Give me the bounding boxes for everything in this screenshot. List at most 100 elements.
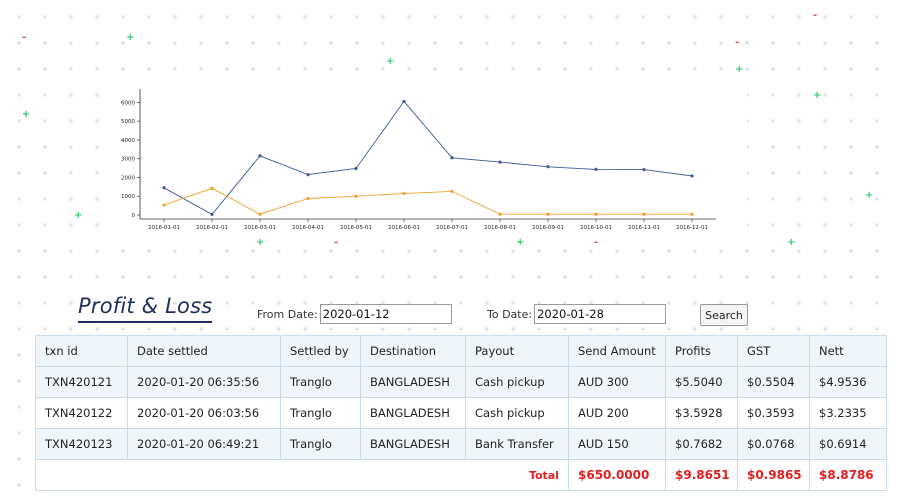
series-2-point [402, 191, 406, 196]
column-header-txn-id[interactable]: txn id [35, 335, 128, 367]
sparkle-decoration: + [386, 56, 395, 67]
x-tick-label: 2016-08-01 [484, 225, 516, 231]
sparkle-decoration: + [516, 237, 525, 248]
sparkle-decoration: + [74, 210, 83, 221]
cell-destination: BANGLADESH [360, 366, 466, 398]
from-date-input[interactable] [319, 304, 452, 324]
x-tick-label: 2016-09-01 [532, 225, 564, 231]
to-date-label: To Date: [487, 307, 533, 321]
table-row[interactable]: TXN420122 2020-01-20 06:03:56 Tranglo BA… [35, 397, 887, 429]
y-tick-label: 5000 [121, 119, 135, 125]
total-row: Total $650.0000 $9.8651 $0.9865 $8.8786 [35, 459, 887, 491]
cell-gst: $0.0768 [737, 428, 810, 460]
cell-send-amount: AUD 300 [568, 366, 666, 398]
sparkle-decoration: - [22, 32, 27, 43]
y-tick-label: 1000 [121, 194, 135, 200]
table-header-row: txn id Date settled Settled by Destinati… [35, 335, 887, 367]
series-2-point [450, 189, 454, 193]
column-header-send-amount[interactable]: Send Amount [568, 335, 666, 367]
cell-txn-id: TXN420122 [35, 397, 128, 429]
cell-payout: Cash pickup [465, 366, 569, 398]
series-1-point [690, 174, 694, 178]
sparkle-decoration: - [594, 237, 599, 248]
x-tick-label: 2016-07-01 [436, 225, 468, 231]
y-tick-label: 2000 [121, 175, 135, 181]
series-2-point [210, 186, 214, 190]
page-title: Profit & Loss [78, 294, 213, 323]
x-tick-label: 2016-02-01 [196, 225, 228, 231]
column-header-payout[interactable]: Payout [465, 335, 569, 367]
cell-date-settled: 2020-01-20 06:35:56 [127, 366, 281, 398]
series-1-point [498, 160, 502, 164]
y-tick-label: 3000 [121, 157, 135, 163]
series-2-point [354, 194, 358, 198]
x-tick-label: 2016-05-01 [340, 225, 372, 231]
column-header-date-settled[interactable]: Date settled [127, 335, 281, 367]
cell-date-settled: 2020-01-20 06:03:56 [127, 397, 281, 429]
search-button[interactable]: Search [700, 304, 748, 326]
series-1-point [642, 167, 646, 172]
column-header-settled-by[interactable]: Settled by [280, 335, 361, 367]
series-1-point [402, 99, 406, 104]
x-tick-label: 2016-06-01 [388, 225, 420, 231]
total-send-amount: $650.0000 [568, 459, 666, 491]
cell-txn-id: TXN420123 [35, 428, 128, 460]
series-2-point [594, 212, 598, 216]
series-2-point [642, 212, 646, 216]
chart-panel: 0 1000 2000 3000 4000 5000 6000 2016-01-01 2016-… [105, 72, 747, 234]
series-1-point [546, 165, 550, 169]
sparkle-decoration: - [813, 10, 818, 21]
series-2-point [546, 212, 550, 216]
y-tick-label: 4000 [121, 138, 135, 144]
column-header-destination[interactable]: Destination [360, 335, 466, 367]
column-header-profits[interactable]: Profits [665, 335, 738, 367]
cell-send-amount: AUD 200 [568, 397, 666, 429]
series-1-point [354, 166, 358, 171]
y-tick-label: 6000 [121, 100, 135, 106]
cell-gst: $0.5504 [737, 366, 810, 398]
cell-payout: Bank Transfer [465, 428, 569, 460]
cell-settled-by: Tranglo [280, 428, 361, 460]
x-tick-label: 2016-11-01 [628, 225, 660, 231]
series-line-2 [163, 187, 692, 215]
total-nett: $8.8786 [809, 459, 887, 491]
table-row[interactable]: TXN420121 2020-01-20 06:35:56 Tranglo BA… [35, 366, 887, 398]
line-chart: 0 1000 2000 3000 4000 5000 6000 2016-01-01 2016-… [121, 89, 716, 231]
sparkle-decoration: + [813, 90, 822, 101]
cell-txn-id: TXN420121 [35, 366, 128, 398]
series-1-point [594, 167, 598, 171]
series-2-point [690, 212, 694, 216]
total-profits: $9.8651 [665, 459, 738, 491]
cell-destination: BANGLADESH [360, 428, 466, 460]
x-tick-label: 2016-01-01 [148, 225, 180, 231]
x-tick-label: 2016-12-01 [676, 225, 708, 231]
cell-destination: BANGLADESH [360, 397, 466, 429]
to-date-group: To Date: [487, 304, 667, 324]
cell-settled-by: Tranglo [280, 366, 361, 398]
sparkle-decoration: - [735, 37, 740, 48]
cell-profits: $0.7682 [665, 428, 738, 460]
series-1-point [210, 212, 214, 217]
from-date-label: From Date: [257, 307, 318, 321]
total-label: Total [35, 459, 569, 491]
cell-gst: $0.3593 [737, 397, 810, 429]
cell-date-settled: 2020-01-20 06:49:21 [127, 428, 281, 460]
sparkle-decoration: + [126, 32, 135, 43]
column-header-gst[interactable]: GST [737, 335, 810, 367]
series-2-point [162, 203, 166, 207]
series-1-point [162, 186, 166, 190]
cell-nett: $4.9536 [809, 366, 887, 398]
cell-profits: $5.5040 [665, 366, 738, 398]
table-row[interactable]: TXN420123 2020-01-20 06:49:21 Tranglo BA… [35, 428, 887, 460]
column-header-nett[interactable]: Nett [809, 335, 887, 367]
total-gst: $0.9865 [737, 459, 810, 491]
filter-bar: Profit & Loss From Date: To Date: Search [0, 290, 900, 330]
x-tick-label: 2016-10-01 [580, 225, 612, 231]
cell-nett: $0.6914 [809, 428, 887, 460]
x-tick-label: 2016-03-01 [244, 225, 276, 231]
sparkle-decoration: + [865, 190, 874, 201]
transactions-table: txn id Date settled Settled by Destinati… [35, 335, 887, 491]
series-1-point [450, 156, 454, 160]
cell-payout: Cash pickup [465, 397, 569, 429]
to-date-input[interactable] [534, 304, 667, 324]
